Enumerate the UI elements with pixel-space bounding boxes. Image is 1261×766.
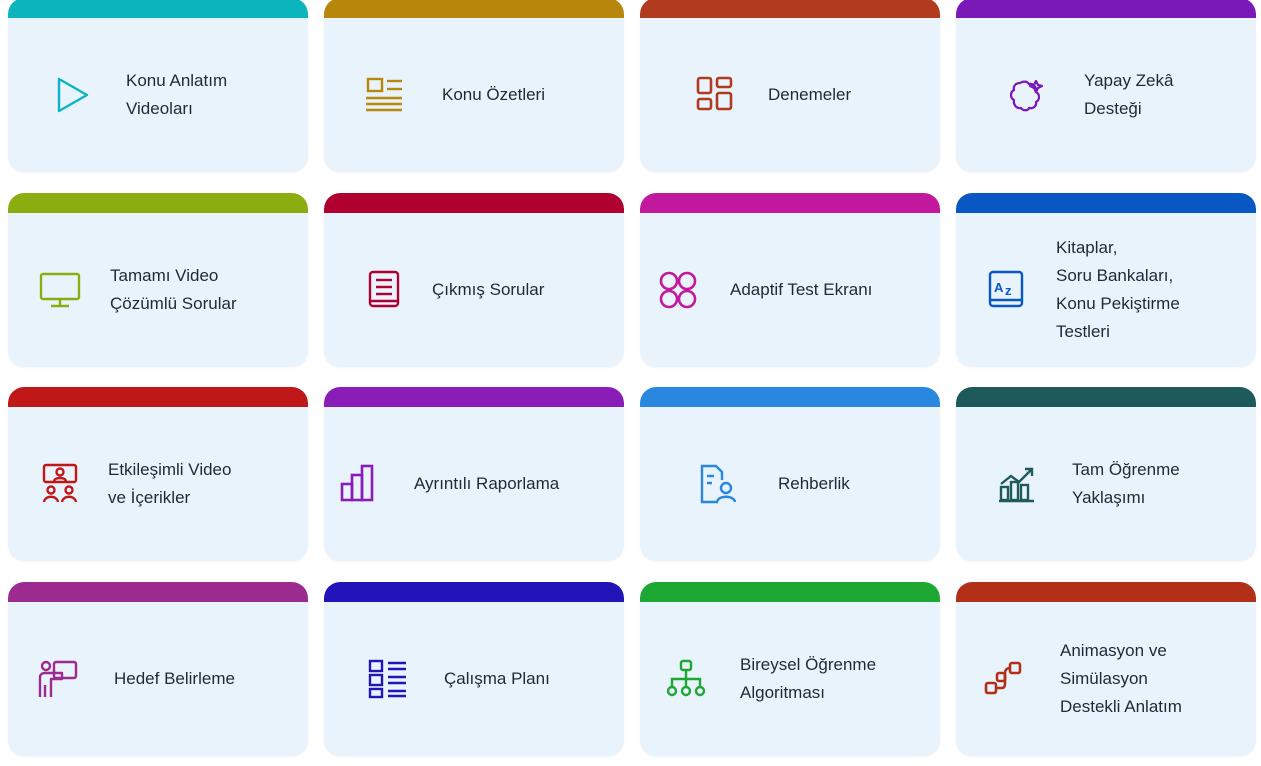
card-color-bar <box>640 387 940 407</box>
summary-icon <box>362 73 406 117</box>
card-color-bar <box>324 193 624 213</box>
card-label: Konu Anlatım Videoları <box>126 71 228 118</box>
card-color-bar <box>324 387 624 407</box>
card-yapay-zeka-destegi[interactable]: Yapay Zekâ Desteği <box>956 0 1256 172</box>
card-rehberlik[interactable]: Rehberlik <box>640 387 940 561</box>
card-label: Konu Özetleri <box>442 85 545 104</box>
card-adaptif-test-ekrani[interactable]: Adaptif Test Ekranı <box>640 193 940 367</box>
card-label: Denemeler <box>768 85 852 104</box>
ai-brain-icon <box>1006 73 1050 117</box>
presenter-icon <box>36 657 80 701</box>
growth-chart-icon <box>996 462 1040 506</box>
card-color-bar <box>640 193 940 213</box>
card-color-bar <box>8 193 308 213</box>
feature-grid: Konu Anlatım Videoları Konu Özetleri Den… <box>0 0 1261 766</box>
card-label: Yapay Zekâ Desteği <box>1084 71 1174 118</box>
card-hedef-belirleme[interactable]: Hedef Belirleme <box>8 582 308 756</box>
card-konu-anlatim-videolari[interactable]: Konu Anlatım Videoları <box>8 0 308 172</box>
card-tamami-video-cozumlu-sorular[interactable]: Tamamı Video Çözümlü Sorular <box>8 193 308 367</box>
az-book-icon: Az <box>984 268 1028 312</box>
card-color-bar <box>956 582 1256 602</box>
card-etkilesimli-video[interactable]: Etkileşimli Video ve İçerikler <box>8 387 308 561</box>
card-label: Kitaplar, Soru Bankaları, Konu Pekiştirm… <box>1056 238 1180 341</box>
hierarchy-icon <box>664 657 708 701</box>
book-icon <box>362 268 406 312</box>
workflow-icon <box>982 657 1026 701</box>
card-label: Etkileşimli Video ve İçerikler <box>108 460 232 507</box>
play-icon <box>50 73 94 117</box>
card-label: Ayrıntılı Raporlama <box>414 474 560 493</box>
card-label: Çalışma Planı <box>444 669 550 688</box>
card-label: Bireysel Öğrenme Algoritması <box>740 655 877 702</box>
dashboard-icon <box>692 73 736 117</box>
card-denemeler[interactable]: Denemeler <box>640 0 940 172</box>
monitor-icon <box>38 268 82 312</box>
card-color-bar <box>640 582 940 602</box>
card-ayrintili-raporlama[interactable]: Ayrıntılı Raporlama <box>324 387 624 561</box>
card-color-bar <box>324 582 624 602</box>
card-label: Hedef Belirleme <box>114 669 235 688</box>
bar-chart-icon <box>338 462 382 506</box>
card-cikmis-sorular[interactable]: Çıkmış Sorular <box>324 193 624 367</box>
card-tam-ogrenme-yaklasimi[interactable]: Tam Öğrenme Yaklaşımı <box>956 387 1256 561</box>
card-animasyon-simulasyon[interactable]: Animasyon ve Simülasyon Destekli Anlatım <box>956 582 1256 756</box>
card-label: Animasyon ve Simülasyon Destekli Anlatım <box>1060 641 1182 716</box>
card-color-bar <box>956 0 1256 18</box>
card-konu-ozetleri[interactable]: Konu Özetleri <box>324 0 624 172</box>
card-color-bar <box>8 387 308 407</box>
guidance-icon <box>696 462 740 506</box>
card-color-bar <box>324 0 624 18</box>
circles-icon <box>656 268 700 312</box>
card-label: Tamamı Video Çözümlü Sorular <box>110 266 237 313</box>
card-label: Rehberlik <box>778 474 850 493</box>
card-color-bar <box>8 582 308 602</box>
card-label: Adaptif Test Ekranı <box>730 280 873 299</box>
card-label: Çıkmış Sorular <box>432 280 545 299</box>
card-kitaplar[interactable]: Az Kitaplar, Soru Bankaları, Konu Pekişt… <box>956 193 1256 367</box>
card-color-bar <box>640 0 940 18</box>
card-calisma-plani[interactable]: Çalışma Planı <box>324 582 624 756</box>
card-bireysel-ogrenme-algoritmasi[interactable]: Bireysel Öğrenme Algoritması <box>640 582 940 756</box>
card-color-bar <box>956 193 1256 213</box>
card-color-bar <box>8 0 308 18</box>
card-color-bar <box>956 387 1256 407</box>
card-label: Tam Öğrenme Yaklaşımı <box>1072 460 1180 507</box>
presentation-icon <box>38 462 82 506</box>
svg-text:A: A <box>994 280 1004 295</box>
list-icon <box>366 657 410 701</box>
svg-text:z: z <box>1005 283 1012 298</box>
